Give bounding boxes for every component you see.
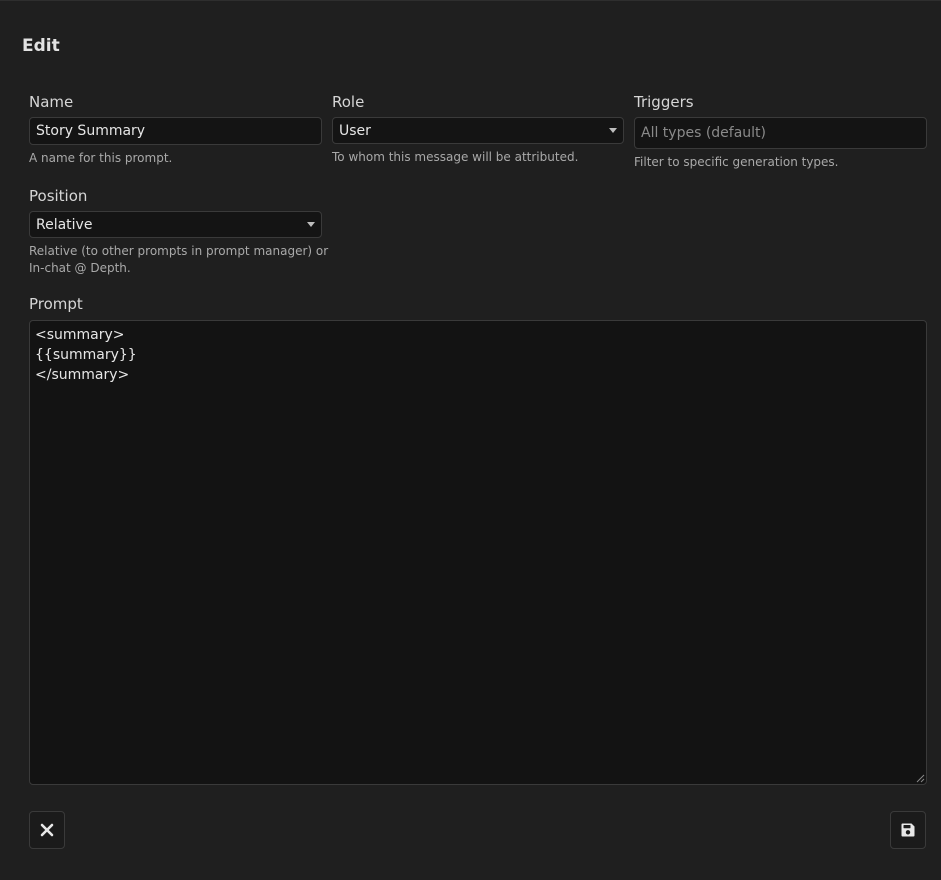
position-label: Position: [29, 187, 88, 205]
position-select-value: Relative: [36, 216, 93, 233]
triggers-field-container: [634, 117, 927, 149]
resize-handle-icon[interactable]: [916, 774, 925, 783]
chevron-down-icon: [609, 128, 617, 133]
name-label: Name: [29, 93, 74, 111]
name-hint: A name for this prompt.: [29, 151, 173, 165]
position-hint-line1: Relative (to other prompts in prompt man…: [29, 244, 329, 258]
triggers-label: Triggers: [634, 93, 694, 111]
position-hint: Relative (to other prompts in prompt man…: [29, 243, 328, 277]
role-select[interactable]: User: [332, 117, 624, 144]
name-field-container: [29, 117, 322, 145]
prompt-label: Prompt: [29, 295, 83, 313]
triggers-input[interactable]: [641, 125, 920, 141]
chevron-down-icon: [307, 222, 315, 227]
role-select-value: User: [339, 122, 371, 139]
edit-prompt-dialog: Edit Name A name for this prompt. Role U…: [0, 0, 941, 880]
name-input[interactable]: [36, 123, 315, 139]
dialog-title: Edit: [22, 36, 60, 56]
close-icon: [40, 823, 54, 837]
position-select[interactable]: Relative: [29, 211, 322, 238]
prompt-textarea[interactable]: [29, 320, 927, 785]
role-label: Role: [332, 93, 365, 111]
position-hint-line2: In-chat @ Depth.: [29, 261, 131, 275]
triggers-hint: Filter to specific generation types.: [634, 155, 839, 169]
role-hint: To whom this message will be attributed.: [332, 150, 579, 164]
floppy-disk-icon: [901, 823, 915, 837]
close-button[interactable]: [29, 811, 65, 849]
save-button[interactable]: [890, 811, 926, 849]
